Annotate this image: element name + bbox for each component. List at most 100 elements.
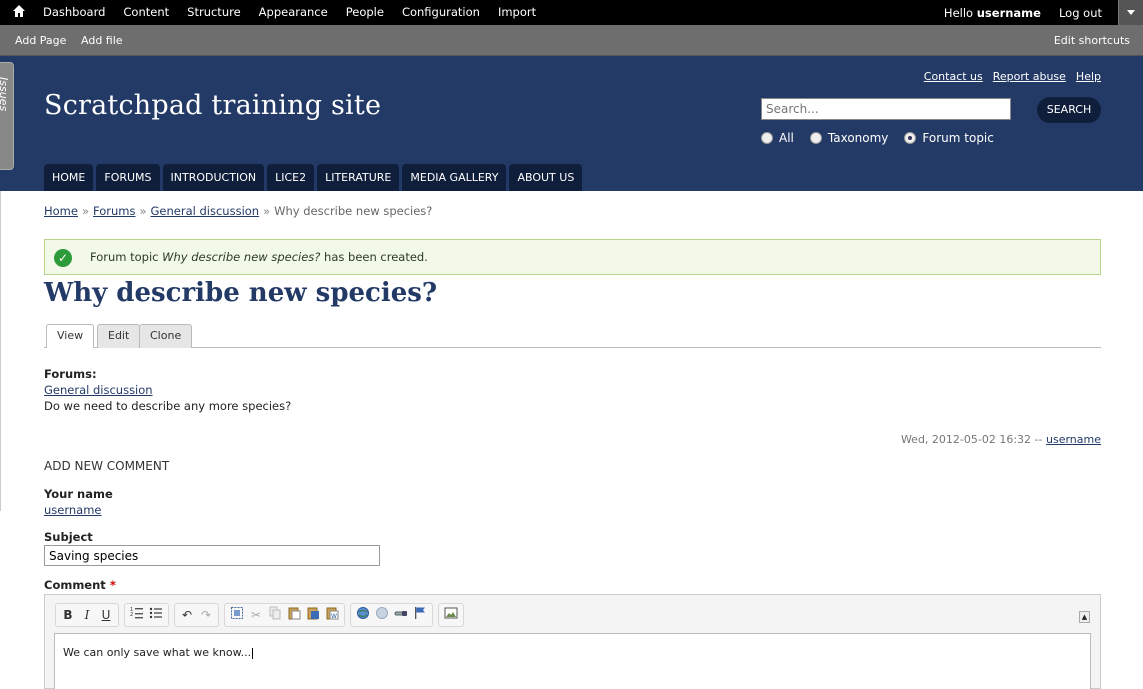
breadcrumb-home[interactable]: Home — [44, 204, 78, 218]
submitted-date: Wed, 2012-05-02 16:32 -- — [900, 433, 1043, 446]
flag-icon[interactable] — [411, 606, 429, 624]
submitted-user-link[interactable]: username — [1046, 433, 1101, 446]
toolbar-group-basic: B I U — [55, 603, 119, 627]
top-links: Contact us Report abuse Help — [924, 70, 1101, 83]
your-name-link[interactable]: username — [44, 503, 102, 517]
comment-label: Comment * — [44, 578, 116, 592]
issues-tab[interactable]: Issues — [0, 62, 14, 170]
main-nav: HOME FORUMS INTRODUCTION LICE2 LITERATUR… — [44, 164, 583, 191]
page-title: Why describe new species? — [44, 278, 438, 308]
nav-lice2[interactable]: LICE2 — [267, 164, 315, 191]
comment-editor: B I U 12 ↶ ↷ ✂ W ▲ We can only save what… — [44, 594, 1101, 689]
italic-button[interactable]: I — [78, 606, 96, 624]
shortcut-add-file[interactable]: Add file — [81, 34, 123, 47]
status-prefix: Forum topic — [90, 250, 163, 264]
comment-label-text: Comment — [44, 578, 106, 592]
hello-user: Hello username — [944, 6, 1041, 20]
admin-menu-import[interactable]: Import — [498, 5, 536, 19]
paste-text-icon[interactable] — [304, 606, 322, 624]
radio-taxonomy-label: Taxonomy — [827, 131, 889, 145]
left-divider — [0, 191, 1, 511]
radio-taxonomy-dot[interactable] — [809, 132, 822, 144]
status-message: ✓ Forum topic Why describe new species? … — [44, 239, 1101, 275]
select-all-icon[interactable] — [228, 606, 246, 624]
shortcut-bar: Add Page Add file Edit shortcuts — [0, 25, 1143, 56]
admin-menu-dashboard[interactable]: Dashboard — [43, 5, 105, 19]
forum-link[interactable]: General discussion — [44, 383, 153, 397]
breadcrumb-forums[interactable]: Forums — [93, 204, 135, 218]
svg-text:W: W — [331, 613, 337, 620]
admin-menu-content[interactable]: Content — [123, 5, 169, 19]
forums-label: Forums: — [44, 367, 97, 381]
breadcrumb-separator: » — [263, 204, 271, 218]
radio-forum-topic[interactable]: Forum topic — [904, 131, 994, 145]
admin-menu-configuration[interactable]: Configuration — [402, 5, 480, 19]
hello-username[interactable]: username — [977, 6, 1041, 20]
radio-all-dot[interactable] — [761, 132, 773, 144]
add-comment-heading: ADD NEW COMMENT — [44, 459, 170, 473]
underline-button[interactable]: U — [97, 606, 115, 624]
contact-us-link[interactable]: Contact us — [924, 70, 983, 83]
radio-all[interactable]: All — [761, 131, 794, 145]
status-text: Forum topic Why describe new species? ha… — [90, 250, 428, 264]
subject-field[interactable] — [44, 545, 380, 566]
toolbar-group-history: ↶ ↷ — [174, 603, 219, 627]
nav-home[interactable]: HOME — [44, 164, 94, 191]
bullet-list-icon[interactable] — [147, 606, 165, 624]
radio-forum-topic-dot[interactable] — [904, 132, 917, 144]
unlink-icon[interactable] — [373, 606, 391, 624]
hello-prefix: Hello — [943, 5, 977, 20]
site-header: Issues Scratchpad training site Contact … — [0, 56, 1143, 191]
edit-shortcuts-link[interactable]: Edit shortcuts — [1054, 34, 1130, 47]
copy-icon[interactable] — [266, 606, 284, 624]
radio-taxonomy[interactable]: Taxonomy — [809, 131, 889, 145]
breadcrumb-current: Why describe new species? — [274, 204, 433, 218]
toolbar-group-media — [438, 603, 464, 627]
admin-menu-people[interactable]: People — [346, 5, 384, 19]
bold-button[interactable]: B — [59, 606, 77, 624]
breadcrumb-separator: » — [139, 204, 147, 218]
redo-icon[interactable]: ↷ — [197, 606, 215, 624]
tab-view[interactable]: View — [46, 324, 95, 348]
breadcrumb-general-discussion[interactable]: General discussion — [151, 204, 260, 218]
nav-forums[interactable]: FORUMS — [96, 164, 160, 191]
tab-edit[interactable]: Edit — [97, 324, 141, 348]
shortcuts-toggle-icon[interactable] — [1118, 0, 1143, 25]
nav-about-us[interactable]: ABOUT US — [509, 164, 583, 191]
image-icon[interactable] — [442, 606, 460, 624]
ordered-list-icon[interactable]: 12 — [128, 606, 146, 624]
link-icon[interactable] — [354, 606, 372, 624]
radio-forum-topic-label: Forum topic — [922, 131, 994, 145]
toolbar-group-clipboard: ✂ W — [224, 603, 345, 627]
nav-introduction[interactable]: INTRODUCTION — [162, 164, 265, 191]
admin-menu-structure[interactable]: Structure — [187, 5, 241, 19]
help-link[interactable]: Help — [1076, 70, 1101, 83]
home-icon[interactable] — [12, 4, 28, 20]
logout-link[interactable]: Log out — [1059, 6, 1102, 20]
paste-word-icon[interactable]: W — [323, 606, 341, 624]
search-scope-radios: All Taxonomy Forum topic — [761, 131, 1010, 145]
search-input[interactable] — [761, 98, 1011, 120]
tab-clone[interactable]: Clone — [139, 324, 193, 348]
anchor-icon[interactable] — [392, 606, 410, 624]
svg-text:2: 2 — [130, 612, 133, 618]
collapse-toolbar-icon[interactable]: ▲ — [1079, 611, 1090, 623]
nav-literature[interactable]: LITERATURE — [317, 164, 400, 191]
breadcrumb: Home» Forums» General discussion» Why descr… — [44, 204, 432, 218]
site-name[interactable]: Scratchpad training site — [44, 90, 381, 121]
comment-text: We can only save what we know... — [63, 646, 252, 659]
comment-editor-area[interactable]: We can only save what we know... — [54, 633, 1091, 689]
report-abuse-link[interactable]: Report abuse — [993, 70, 1066, 83]
search-button[interactable]: SEARCH — [1037, 97, 1101, 123]
nav-media-gallery[interactable]: MEDIA GALLERY — [402, 164, 507, 191]
subject-label: Subject — [44, 530, 93, 544]
undo-icon[interactable]: ↶ — [178, 606, 196, 624]
status-title: Why describe new species? — [162, 250, 321, 264]
paste-icon[interactable] — [285, 606, 303, 624]
cut-icon[interactable]: ✂ — [247, 606, 265, 624]
shortcut-add-page[interactable]: Add Page — [15, 34, 66, 47]
breadcrumb-separator: » — [81, 204, 90, 218]
admin-menu-appearance[interactable]: Appearance — [259, 5, 328, 19]
admin-toolbar: Dashboard Content Structure Appearance P… — [0, 0, 1143, 25]
toolbar-group-links — [350, 603, 433, 627]
